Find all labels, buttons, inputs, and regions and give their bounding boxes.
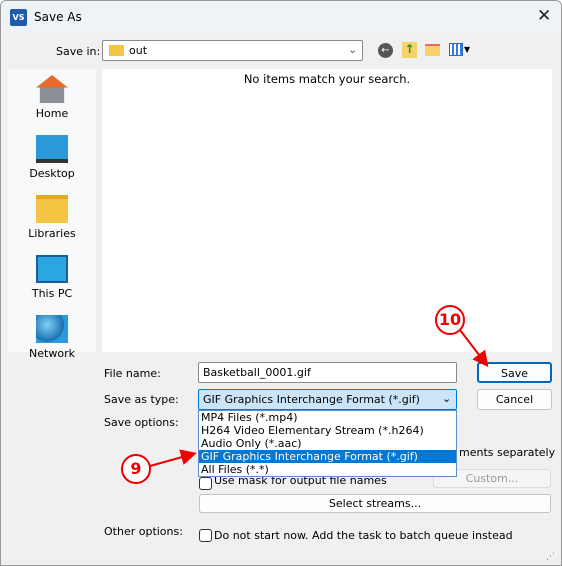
arrow-step-10	[459, 329, 489, 368]
step-9-marker: 9	[121, 454, 151, 484]
annotation-arrows	[149, 329, 489, 467]
arrow-step-9	[149, 449, 197, 467]
step-10-marker: 10	[435, 305, 465, 335]
